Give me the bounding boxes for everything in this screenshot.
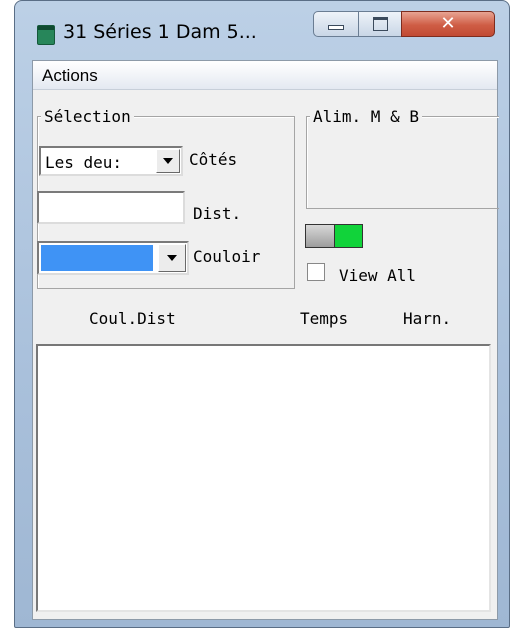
alim-group: Alim. M & B — [306, 107, 499, 209]
sides-label: Côtés — [189, 150, 238, 169]
column-header-coul-dist: Coul.Dist — [89, 309, 176, 328]
menu-bar: Actions — [33, 61, 497, 90]
lane-color-dropdown-button[interactable] — [158, 244, 186, 272]
sides-select[interactable]: Les deu: — [39, 146, 183, 176]
mode-toggle[interactable] — [305, 224, 363, 248]
sides-select-value: Les deu: — [45, 153, 123, 172]
sides-select-dropdown-button[interactable] — [156, 149, 180, 173]
close-icon: ✕ — [440, 13, 456, 34]
lane-color-select[interactable] — [37, 241, 189, 275]
minimize-button[interactable] — [313, 11, 359, 37]
toggle-on-segment — [335, 225, 362, 247]
chevron-down-icon — [163, 158, 173, 164]
minimize-icon — [328, 24, 344, 30]
column-header-harn: Harn. — [403, 309, 452, 328]
window-client-area: Actions Sélection Les deu: Côtés Dist. C… — [32, 60, 499, 620]
toggle-off-segment — [306, 225, 335, 247]
maximize-button[interactable] — [358, 11, 402, 37]
window-title: 31 Séries 1 Dam 5... — [63, 21, 257, 43]
distance-label: Dist. — [193, 204, 242, 223]
app-icon — [37, 25, 55, 45]
results-list[interactable] — [36, 344, 491, 612]
chevron-down-icon — [167, 255, 177, 261]
alim-group-label: Alim. M & B — [310, 107, 422, 126]
close-button[interactable]: ✕ — [401, 11, 495, 37]
menu-actions[interactable]: Actions — [42, 66, 98, 86]
column-header-temps: Temps — [300, 309, 349, 328]
lane-color-swatch — [41, 245, 153, 271]
view-all-label[interactable]: View All — [339, 266, 416, 285]
maximize-icon — [372, 17, 388, 31]
selection-group-label: Sélection — [41, 107, 134, 126]
view-all-checkbox[interactable] — [307, 263, 325, 281]
lane-label: Couloir — [193, 247, 261, 266]
distance-input[interactable] — [37, 191, 185, 224]
